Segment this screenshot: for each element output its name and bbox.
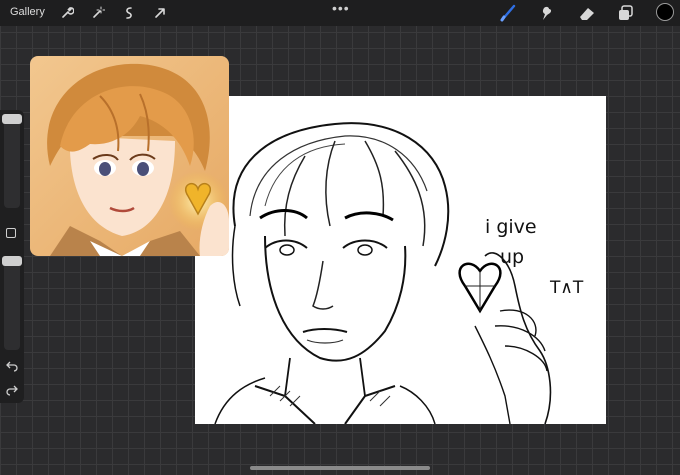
selection-tool[interactable] — [120, 4, 138, 22]
sketch-drawing — [214, 122, 552, 425]
gallery-button[interactable]: Gallery — [10, 6, 45, 18]
selection-icon — [126, 7, 132, 19]
eraser-tool[interactable] — [577, 3, 597, 23]
smudge-icon — [542, 6, 552, 20]
brush-size-slider[interactable] — [4, 114, 20, 208]
brush-size-slider-thumb[interactable] — [2, 114, 22, 124]
layers-button[interactable] — [616, 3, 636, 23]
more-options-icon[interactable]: ••• — [332, 0, 350, 16]
transform-arrow-icon — [155, 8, 165, 18]
brush-tool[interactable] — [498, 3, 518, 23]
reference-anime-portrait — [30, 56, 229, 256]
top-toolbar: Gallery ••• — [0, 0, 680, 26]
color-picker-button[interactable] — [656, 3, 674, 21]
drawing-canvas[interactable]: i give up T∧T — [195, 96, 606, 425]
wrench-icon — [62, 7, 74, 18]
opacity-slider-thumb[interactable] — [2, 256, 22, 266]
magic-wand-icon — [93, 6, 105, 18]
adjustments-magic-wand-icon[interactable] — [89, 4, 107, 22]
actions-wrench-icon[interactable] — [58, 4, 76, 22]
layers-icon — [619, 5, 633, 20]
home-indicator — [250, 466, 430, 470]
modify-square-icon[interactable] — [6, 228, 16, 238]
eraser-icon — [580, 8, 594, 20]
caption-line-1: i give — [485, 216, 537, 238]
left-sidebar — [0, 110, 24, 403]
redo-icon[interactable] — [5, 384, 19, 398]
caption-line-2: up — [500, 246, 525, 268]
undo-icon[interactable] — [5, 360, 19, 374]
opacity-slider[interactable] — [4, 256, 20, 350]
transform-tool[interactable] — [151, 4, 169, 22]
caption-line-3: T∧T — [550, 278, 584, 298]
smudge-tool[interactable] — [536, 3, 556, 23]
reference-image-panel[interactable] — [30, 56, 229, 256]
brush-icon — [500, 4, 516, 22]
